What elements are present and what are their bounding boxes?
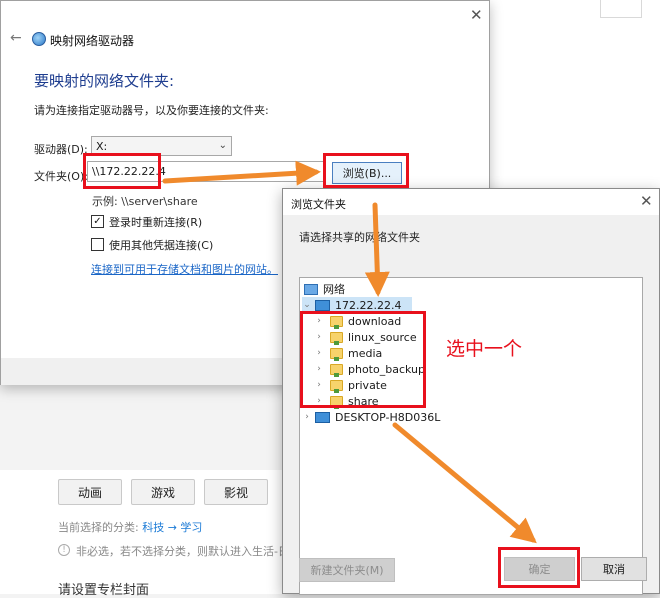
arrow-tree-to-ok (392, 422, 537, 544)
arrow-browse-to-tree (364, 202, 390, 297)
annotation-arrows (162, 160, 537, 544)
arrow-folder-to-browse (162, 160, 321, 186)
